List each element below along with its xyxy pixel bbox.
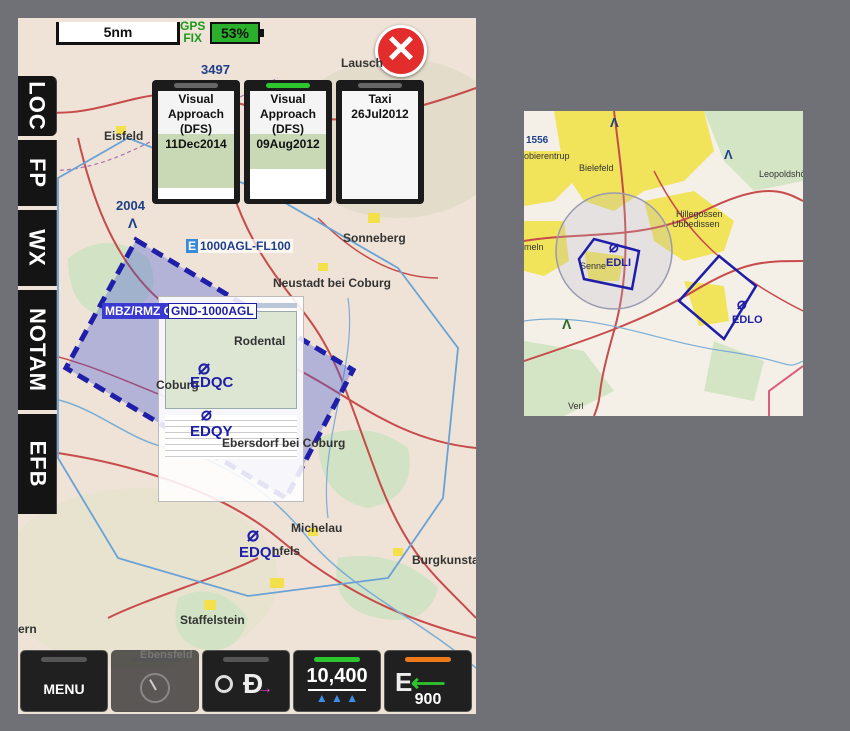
obstacle-icon: Λ <box>610 115 619 130</box>
compass-icon <box>140 673 170 703</box>
town-label: obierentrup <box>524 151 570 161</box>
town-label: Sonneberg <box>343 231 406 245</box>
town-label: Leopoldshöh <box>759 169 803 179</box>
gps-fix-indicator: GPS FIX <box>180 19 206 45</box>
town-label: Rodental <box>234 334 286 348</box>
town-label: Ebersdorf bei Coburg <box>222 436 346 450</box>
obstacle-icon: Λ <box>724 147 733 162</box>
secondary-map[interactable]: 1556 obierentrup Bielefeld Λ Λ Leopoldsh… <box>524 111 803 416</box>
airport-label: EDLI <box>606 257 632 269</box>
distance-button[interactable]: E ⟵ 900 <box>384 650 472 712</box>
town-label: Michelau <box>291 521 343 535</box>
climb-arrows-icon: ▲ ▲ ▲ <box>315 691 359 705</box>
compass-button[interactable]: Ebensfeld <box>111 649 199 712</box>
chart-thumb-label: Visual Approach (DFS) 11Dec2014 <box>165 92 227 151</box>
airport-label: EDLO <box>732 314 763 326</box>
elevation-label: 2004 <box>116 198 145 213</box>
altitude-button[interactable]: 10,400 ▲ ▲ ▲ <box>293 650 381 712</box>
airspace-limits-label: GND-1000AGL <box>168 303 257 319</box>
airport-label: EDQC <box>190 374 234 391</box>
airport-icon: ⌀ <box>609 239 619 256</box>
airspace-class-label: E <box>186 239 199 253</box>
elevation-label: 1556 <box>526 135 549 146</box>
tab-notam[interactable]: NOTAM <box>18 290 57 410</box>
town-label: Lausch <box>341 56 384 70</box>
tab-fp[interactable]: FP <box>18 140 57 206</box>
town-label: ern <box>18 622 37 636</box>
tab-efb[interactable]: EFB <box>18 414 57 514</box>
menu-button[interactable]: MENU <box>20 650 108 712</box>
town-label: nfels <box>272 544 301 558</box>
town-label: Burgkunstad <box>412 553 476 567</box>
obstacle-icon: Λ <box>128 215 138 231</box>
battery-indicator: 53% <box>210 22 264 44</box>
obstacle-icon: Λ <box>562 316 572 332</box>
town-label: Ebensfeld <box>140 649 193 661</box>
scale-bar: 5nm <box>56 22 180 45</box>
tab-loc[interactable]: LOC <box>18 76 57 136</box>
town-label: Verl <box>568 401 584 411</box>
magnifier-icon <box>215 675 233 693</box>
town-label: Bielefeld <box>579 163 614 173</box>
chart-thumb-label: Taxi 26Jul2012 <box>351 92 409 121</box>
approach-chart-overlay <box>158 296 304 502</box>
moving-map[interactable]: LOC FP WX NOTAM EFB 5nm GPS FIX 53% ✕ Vis… <box>18 18 476 714</box>
town-label: Senne <box>580 261 607 271</box>
chart-thumb-visual-approach-2[interactable]: Visual Approach (DFS) 09Aug2012 <box>244 80 332 204</box>
chart-thumb-visual-approach-1[interactable]: Visual Approach (DFS) 11Dec2014 <box>152 80 240 204</box>
town-label: Staffelstein <box>180 613 245 627</box>
elevation-label: 3497 <box>201 62 230 77</box>
town-label: Eisfeld <box>104 129 144 143</box>
airspace-class-label: MBZ/RMZ G <box>102 303 176 319</box>
town-label: Neustadt bei Coburg <box>273 276 392 290</box>
airspace-limits-label: 1000AGL-FL100 <box>198 239 293 253</box>
tab-wx[interactable]: WX <box>18 210 57 286</box>
airport-icon: ⌀ <box>737 296 747 313</box>
zoom-direct-to-button[interactable]: Ð → <box>202 650 290 712</box>
chart-thumb-taxi[interactable]: Taxi 26Jul2012 <box>336 80 424 204</box>
town-label: Ubbedissen <box>672 219 720 229</box>
town-label: Hillegossen <box>676 209 723 219</box>
chart-thumb-label: Visual Approach (DFS) 09Aug2012 <box>256 92 320 151</box>
town-label: meln <box>524 242 544 252</box>
airport-icon: ⌀ <box>201 404 212 424</box>
